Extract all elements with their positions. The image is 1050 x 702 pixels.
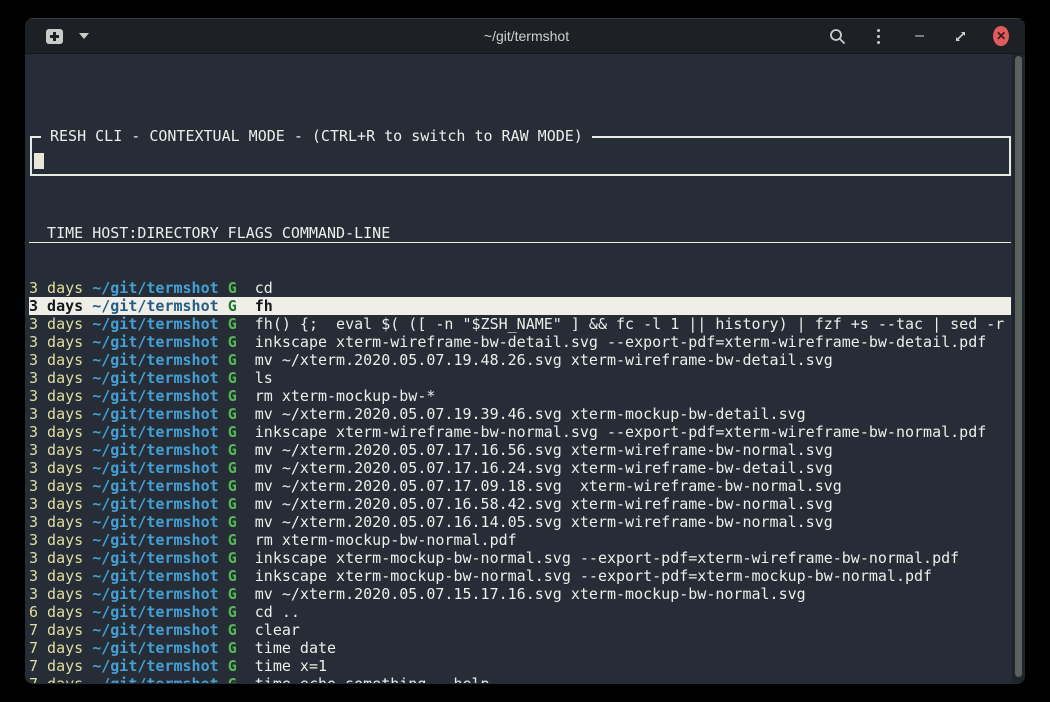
table-row[interactable]: 3 days ~/git/termshot G mv ~/xterm.2020.… <box>29 495 1011 513</box>
table-row[interactable]: 3 days ~/git/termshot G mv ~/xterm.2020.… <box>29 459 1011 477</box>
restore-icon <box>954 30 967 43</box>
table-row[interactable]: 3 days ~/git/termshot G fh <box>29 297 1011 315</box>
table-row[interactable]: 7 days ~/git/termshot G time date <box>29 639 1011 657</box>
menu-button[interactable] <box>871 26 887 46</box>
table-row[interactable]: 6 days ~/git/termshot G cd .. <box>29 603 1011 621</box>
table-row[interactable]: 3 days ~/git/termshot G inkscape xterm-m… <box>29 549 1011 567</box>
minimize-icon: – <box>915 31 924 41</box>
table-row[interactable]: 3 days ~/git/termshot G fh() {; eval $( … <box>29 315 1011 333</box>
terminal-screen: RESH CLI - CONTEXTUAL MODE - (CTRL+R to … <box>25 54 1025 683</box>
table-row[interactable]: 3 days ~/git/termshot G inkscape xterm-m… <box>29 567 1011 585</box>
scrollbar[interactable] <box>1012 54 1025 683</box>
titlebar: ~/git/termshot – ✕ <box>25 18 1025 54</box>
search-button[interactable] <box>829 26 846 46</box>
new-tab-icon <box>46 29 63 44</box>
table-row[interactable]: 7 days ~/git/termshot G clear <box>29 621 1011 639</box>
tab-dropdown-button[interactable] <box>74 26 94 46</box>
table-row[interactable]: 7 days ~/git/termshot G time echo someth… <box>29 675 1011 683</box>
table-row[interactable]: 3 days ~/git/termshot G ls <box>29 369 1011 387</box>
table-row[interactable]: 3 days ~/git/termshot G cd <box>29 279 1011 297</box>
table-row[interactable]: 3 days ~/git/termshot G mv ~/xterm.2020.… <box>29 351 1011 369</box>
minimize-button[interactable]: – <box>912 26 928 46</box>
scrollbar-thumb[interactable] <box>1015 56 1022 677</box>
window-title: ~/git/termshot <box>224 28 829 44</box>
table-row[interactable]: 3 days ~/git/termshot G mv ~/xterm.2020.… <box>29 513 1011 531</box>
new-tab-button[interactable] <box>44 26 64 46</box>
history-list: 3 days ~/git/termshot G cd3 days ~/git/t… <box>29 279 1011 683</box>
close-button[interactable]: ✕ <box>993 26 1009 46</box>
chevron-down-icon <box>79 33 89 39</box>
terminal-window: ~/git/termshot – ✕ <box>25 18 1025 684</box>
text-cursor <box>34 153 44 169</box>
table-row[interactable]: 3 days ~/git/termshot G mv ~/xterm.2020.… <box>29 585 1011 603</box>
search-input-box[interactable]: RESH CLI - CONTEXTUAL MODE - (CTRL+R to … <box>30 136 1011 176</box>
table-row[interactable]: 7 days ~/git/termshot G time x=1 <box>29 657 1011 675</box>
vertical-ellipsis-icon <box>877 29 880 44</box>
restore-button[interactable] <box>953 26 969 46</box>
mode-box-title: RESH CLI - CONTEXTUAL MODE - (CTRL+R to … <box>41 127 592 145</box>
table-row[interactable]: 3 days ~/git/termshot G inkscape xterm-w… <box>29 423 1011 441</box>
close-icon: ✕ <box>996 29 1006 43</box>
table-header: TIME HOST:DIRECTORY FLAGS COMMAND-LINE <box>29 224 1011 243</box>
table-row[interactable]: 3 days ~/git/termshot G rm xterm-mockup-… <box>29 387 1011 405</box>
table-row[interactable]: 3 days ~/git/termshot G inkscape xterm-w… <box>29 333 1011 351</box>
table-row[interactable]: 3 days ~/git/termshot G mv ~/xterm.2020.… <box>29 405 1011 423</box>
table-row[interactable]: 3 days ~/git/termshot G mv ~/xterm.2020.… <box>29 441 1011 459</box>
table-row[interactable]: 3 days ~/git/termshot G mv ~/xterm.2020.… <box>29 477 1011 495</box>
search-icon <box>829 28 846 45</box>
table-row[interactable]: 3 days ~/git/termshot G rm xterm-mockup-… <box>29 531 1011 549</box>
